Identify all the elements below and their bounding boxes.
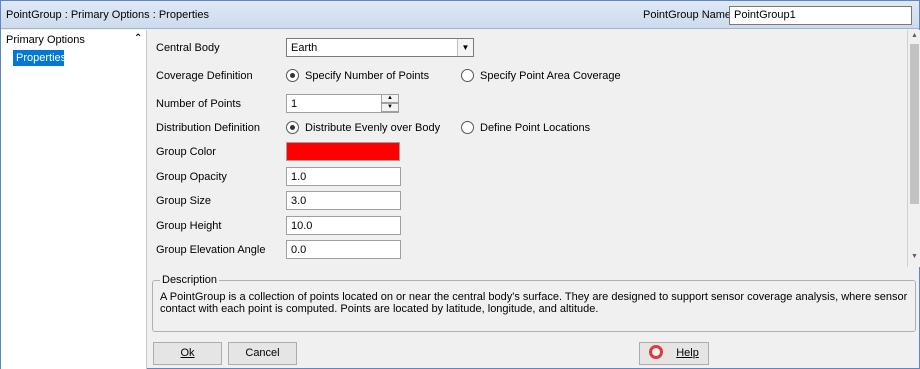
- ok-button[interactable]: Ok: [153, 342, 222, 365]
- radio-label: Specify Number of Points: [305, 69, 430, 82]
- number-of-points-label: Number of Points: [156, 98, 241, 110]
- group-elevation-angle-input[interactable]: 0.0: [286, 240, 401, 259]
- help-button[interactable]: Help: [639, 342, 709, 365]
- lifebuoy-icon: [649, 345, 664, 360]
- radio-specify-point-area-coverage[interactable]: Specify Point Area Coverage: [461, 69, 621, 82]
- sidebar: Primary Options ⌃ Properties: [1, 30, 147, 369]
- vertical-scrollbar[interactable]: ▲ ▼: [907, 30, 920, 267]
- group-opacity-label: Group Opacity: [156, 171, 227, 183]
- central-body-value: Earth: [291, 42, 318, 54]
- dialog-window: PointGroup : Primary Options : Propertie…: [0, 0, 920, 369]
- dialog-title: PointGroup : Primary Options : Propertie…: [6, 9, 209, 21]
- group-size-input[interactable]: 3.0: [286, 191, 401, 210]
- scrollbar-thumb[interactable]: [910, 44, 919, 204]
- radio-selected-icon: [286, 69, 299, 82]
- pointgroup-name-input[interactable]: PointGroup1: [729, 6, 912, 25]
- description-legend: Description: [160, 274, 220, 286]
- group-color-swatch[interactable]: [286, 142, 400, 161]
- sidebar-group-primary-options[interactable]: Primary Options: [6, 34, 85, 46]
- coverage-definition-label: Coverage Definition: [156, 70, 253, 82]
- description-box: Description A PointGroup is a collection…: [152, 274, 916, 332]
- group-height-label: Group Height: [156, 220, 222, 232]
- radio-unselected-icon: [461, 69, 474, 82]
- distribution-definition-label: Distribution Definition: [156, 122, 260, 134]
- pointgroup-name-label: PointGroup Name: [643, 9, 732, 21]
- group-elevation-angle-label: Group Elevation Angle: [156, 244, 266, 256]
- ok-button-label: Ok: [180, 347, 195, 359]
- number-of-points-stepper[interactable]: ▲ ▼: [381, 94, 399, 113]
- radio-define-point-locations[interactable]: Define Point Locations: [461, 121, 590, 134]
- help-button-label: Help: [676, 347, 699, 359]
- properties-panel: Central Body Earth ▼ Coverage Definition…: [148, 30, 907, 267]
- group-size-label: Group Size: [156, 195, 212, 207]
- title-bar: PointGroup : Primary Options : Propertie…: [1, 1, 919, 29]
- radio-selected-icon: [286, 121, 299, 134]
- radio-label: Define Point Locations: [480, 121, 591, 134]
- central-body-select[interactable]: Earth ▼: [286, 38, 474, 57]
- radio-unselected-icon: [461, 121, 474, 134]
- radio-specify-number-of-points[interactable]: Specify Number of Points: [286, 69, 429, 82]
- sidebar-item-properties[interactable]: Properties: [13, 50, 66, 66]
- group-opacity-input[interactable]: 1.0: [286, 167, 401, 186]
- scroll-up-icon[interactable]: ▲: [908, 32, 920, 44]
- central-body-label: Central Body: [156, 42, 220, 54]
- stepper-up-icon[interactable]: ▲: [381, 94, 399, 103]
- radio-distribute-evenly[interactable]: Distribute Evenly over Body: [286, 121, 440, 134]
- collapse-icon[interactable]: ⌃: [134, 33, 142, 44]
- description-text: A PointGroup is a collection of points l…: [160, 291, 908, 315]
- radio-label: Distribute Evenly over Body: [305, 121, 441, 134]
- radio-label: Specify Point Area Coverage: [480, 69, 621, 82]
- stepper-down-icon[interactable]: ▼: [381, 103, 399, 112]
- cancel-button-label: Cancel: [245, 347, 280, 359]
- chevron-down-icon[interactable]: ▼: [457, 39, 473, 56]
- group-color-label: Group Color: [156, 146, 216, 158]
- group-height-input[interactable]: 10.0: [286, 216, 401, 235]
- scroll-down-icon[interactable]: ▼: [908, 253, 920, 265]
- cancel-button[interactable]: Cancel: [228, 342, 297, 365]
